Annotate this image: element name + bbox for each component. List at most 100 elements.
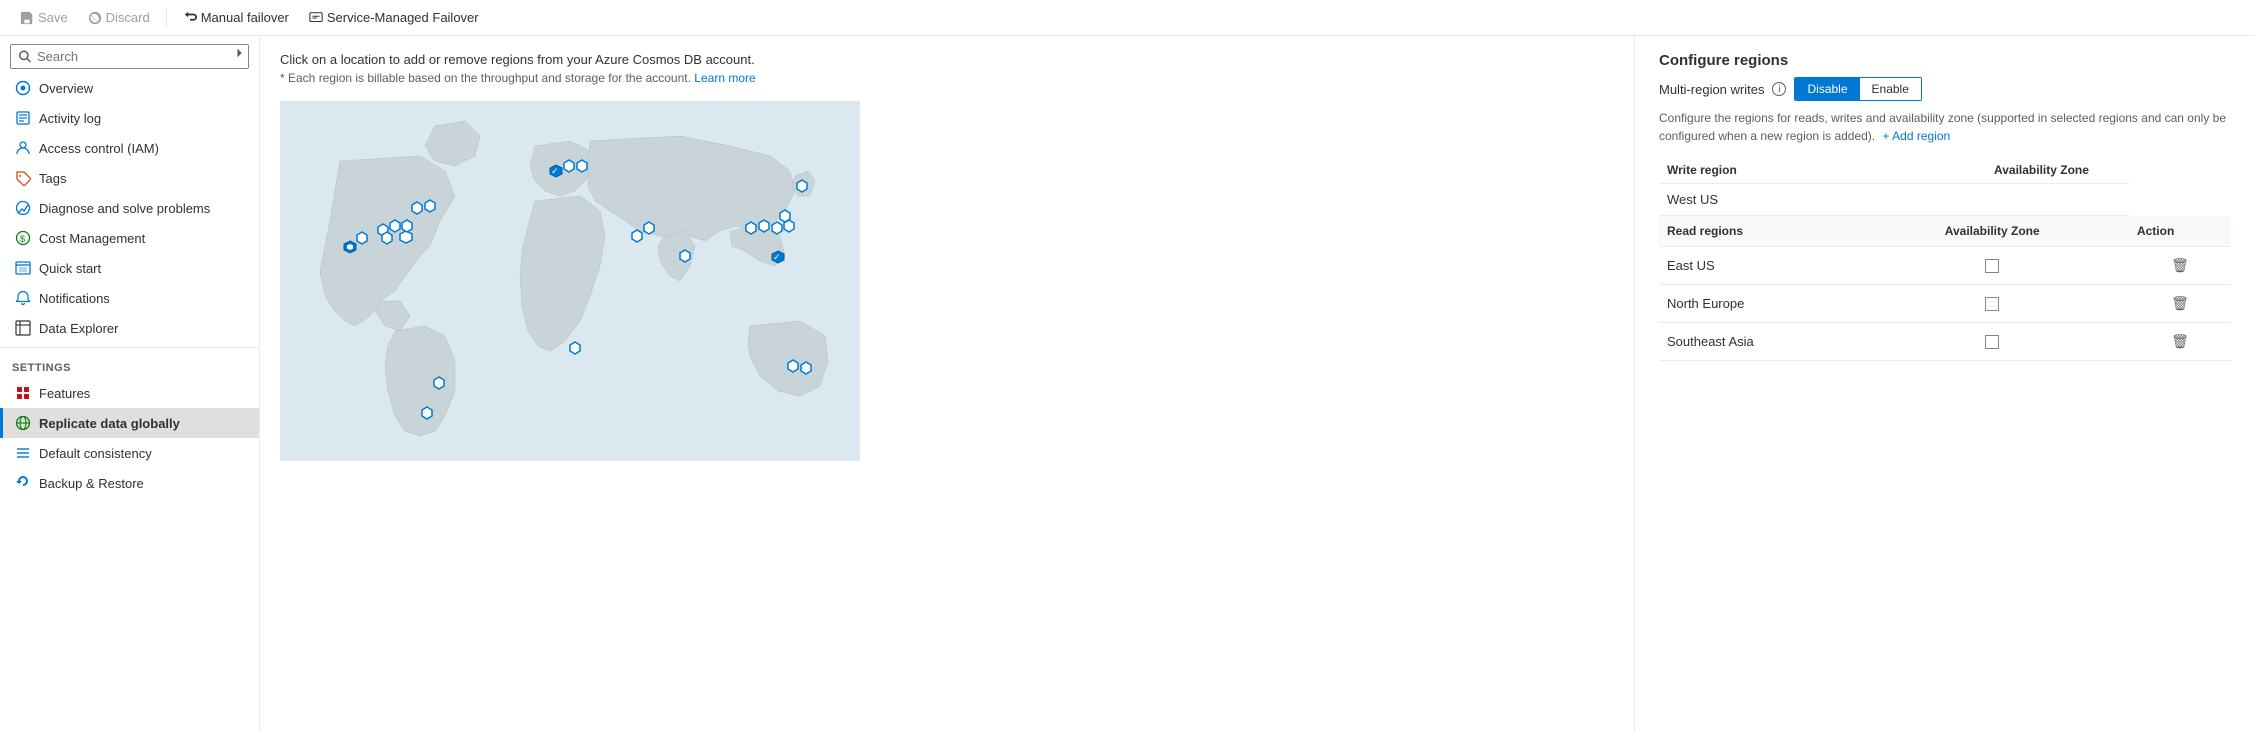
multi-region-writes-row: Multi-region writes i Disable Enable	[1659, 77, 2231, 101]
sidebar-item-overview[interactable]: Overview	[0, 73, 259, 103]
delete-region-button[interactable]: 🗑	[2167, 293, 2193, 314]
az-checkbox[interactable]	[1985, 259, 1999, 273]
data-explorer-icon	[15, 320, 31, 336]
notification-icon	[15, 290, 31, 306]
write-region-value: West US	[1659, 184, 1856, 216]
sidebar-item-replicate[interactable]: Replicate data globally	[0, 408, 259, 438]
right-panel: Configure regions Multi-region writes i …	[1635, 36, 2255, 732]
service-failover-button[interactable]: Service-Managed Failover	[301, 6, 487, 29]
panel-title: Configure regions	[1659, 52, 2231, 69]
sidebar-item-label: Overview	[39, 81, 93, 96]
svg-text:✓: ✓	[551, 166, 559, 176]
sidebar-item-label: Replicate data globally	[39, 416, 180, 431]
action-cell: 🗑	[2129, 285, 2231, 323]
sidebar-item-label: Quick start	[39, 261, 101, 276]
consistency-icon	[15, 445, 31, 461]
table-row: East US 🗑	[1659, 247, 2231, 285]
region-name: Southeast Asia	[1659, 323, 1856, 361]
search-box[interactable]	[10, 44, 249, 69]
table-row: Southeast Asia 🗑	[1659, 323, 2231, 361]
az-cell	[1856, 285, 2129, 323]
svg-text:✓: ✓	[773, 252, 781, 262]
features-icon	[15, 385, 31, 401]
multi-region-label: Multi-region writes	[1659, 82, 1764, 97]
az-cell	[1856, 247, 2129, 285]
tag-icon	[15, 170, 31, 186]
sidebar-item-activity-log[interactable]: Activity log	[0, 103, 259, 133]
content-area: Click on a location to add or remove reg…	[260, 36, 2255, 732]
action-cell: 🗑	[2129, 323, 2231, 361]
az-checkbox[interactable]	[1985, 297, 1999, 311]
write-region-header-row: Write region Availability Zone	[1659, 157, 2231, 184]
map-area: Click on a location to add or remove reg…	[260, 36, 1635, 732]
read-regions-col-header: Read regions	[1659, 216, 1856, 247]
sidebar-item-label: Default consistency	[39, 446, 152, 461]
delete-region-button[interactable]: 🗑	[2167, 255, 2193, 276]
action-col-header: Action	[2129, 216, 2231, 247]
sidebar-collapse-button[interactable]	[229, 44, 251, 65]
map-description: Click on a location to add or remove reg…	[280, 52, 1614, 67]
sidebar-item-iam[interactable]: Access control (IAM)	[0, 133, 259, 163]
toolbar-separator	[166, 8, 167, 28]
sidebar-item-diagnose[interactable]: Diagnose and solve problems	[0, 193, 259, 223]
save-button[interactable]: Save	[12, 6, 76, 29]
delete-region-button[interactable]: 🗑	[2167, 331, 2193, 352]
regions-table: Write region Availability Zone West US R…	[1659, 157, 2231, 361]
sidebar-item-label: Diagnose and solve problems	[39, 201, 210, 216]
action-cell: 🗑	[2129, 247, 2231, 285]
activity-log-icon	[15, 110, 31, 126]
enable-toggle-button[interactable]: Enable	[1860, 78, 1921, 100]
world-map[interactable]: ✓ ✓	[280, 101, 860, 461]
search-input[interactable]	[37, 49, 240, 64]
table-row: North Europe 🗑	[1659, 285, 2231, 323]
sidebar-item-cost[interactable]: $ Cost Management	[0, 223, 259, 253]
disable-toggle-button[interactable]: Disable	[1795, 78, 1859, 100]
learn-more-link[interactable]: Learn more	[694, 71, 755, 85]
sidebar-item-label: Activity log	[39, 111, 101, 126]
write-region-col-header: Write region	[1659, 157, 1856, 184]
failover-icon	[183, 11, 197, 25]
discard-icon	[88, 11, 102, 25]
cost-icon: $	[15, 230, 31, 246]
sidebar-item-label: Data Explorer	[39, 321, 118, 336]
config-description: Configure the regions for reads, writes …	[1659, 109, 2231, 145]
sidebar-item-tags[interactable]: Tags	[0, 163, 259, 193]
az-col-header-read: Availability Zone	[1856, 216, 2129, 247]
sidebar-item-label: Backup & Restore	[39, 476, 144, 491]
sidebar-item-label: Tags	[39, 171, 66, 186]
write-region-row: West US	[1659, 184, 2231, 216]
diagnose-icon	[15, 200, 31, 216]
service-failover-icon	[309, 11, 323, 25]
sidebar-item-label: Access control (IAM)	[39, 141, 159, 156]
az-checkbox[interactable]	[1985, 335, 1999, 349]
availability-zone-col-header: Availability Zone	[1856, 157, 2129, 184]
sidebar-item-features[interactable]: Features	[0, 378, 259, 408]
sidebar-item-data-explorer[interactable]: Data Explorer	[0, 313, 259, 343]
multi-region-toggle: Disable Enable	[1794, 77, 1921, 101]
read-regions-header-row: Read regions Availability Zone Action	[1659, 216, 2231, 247]
add-region-link[interactable]: + Add region	[1882, 129, 1950, 143]
sidebar: Overview Activity log Access control (IA…	[0, 36, 260, 732]
sidebar-item-consistency[interactable]: Default consistency	[0, 438, 259, 468]
svg-text:$: $	[20, 234, 25, 244]
overview-icon	[15, 80, 31, 96]
region-name: North Europe	[1659, 285, 1856, 323]
main-layout: Overview Activity log Access control (IA…	[0, 36, 2255, 732]
save-icon	[20, 11, 34, 25]
sidebar-item-notifications[interactable]: Notifications	[0, 283, 259, 313]
map-note: * Each region is billable based on the t…	[280, 71, 1614, 85]
manual-failover-button[interactable]: Manual failover	[175, 6, 297, 29]
discard-button[interactable]: Discard	[80, 6, 158, 29]
iam-icon	[15, 140, 31, 156]
multi-region-info-icon[interactable]: i	[1772, 82, 1786, 96]
sidebar-item-backup[interactable]: Backup & Restore	[0, 468, 259, 498]
replicate-icon	[15, 415, 31, 431]
nav-divider	[0, 347, 259, 348]
sidebar-item-quickstart[interactable]: Quick start	[0, 253, 259, 283]
toolbar: Save Discard Manual failover Service-Man…	[0, 0, 2255, 36]
quickstart-icon	[15, 260, 31, 276]
backup-icon	[15, 475, 31, 491]
region-name: East US	[1659, 247, 1856, 285]
sidebar-item-label: Cost Management	[39, 231, 145, 246]
sidebar-item-label: Notifications	[39, 291, 110, 306]
